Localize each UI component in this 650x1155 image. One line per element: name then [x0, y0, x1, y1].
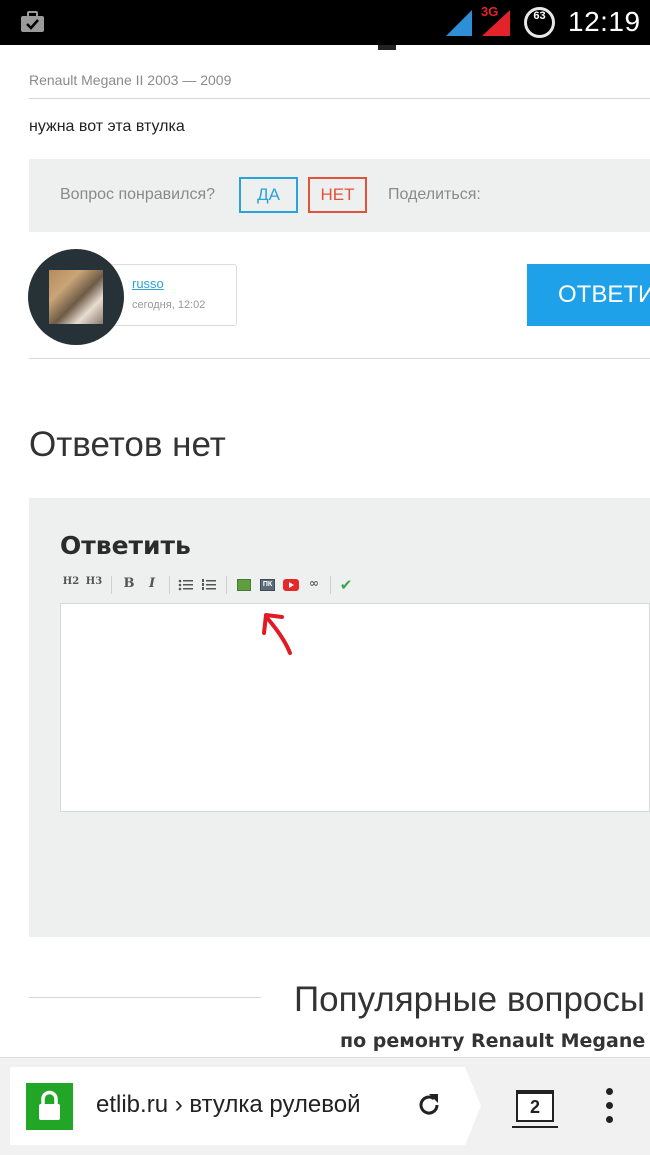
- vote-yes-button[interactable]: ДА: [239, 177, 298, 213]
- reply-form-title: Ответить: [60, 531, 191, 560]
- avatar[interactable]: [28, 249, 124, 345]
- heading2-button[interactable]: H2: [62, 576, 80, 594]
- network-type: 3G: [481, 4, 499, 19]
- url-text[interactable]: etlib.ru › втулка рулевой: [96, 1091, 396, 1119]
- divider: [29, 358, 650, 359]
- address-bar[interactable]: etlib.ru › втулка рулевой: [10, 1067, 465, 1145]
- bold-button[interactable]: B: [122, 576, 136, 594]
- vote-panel: Вопрос понравился? ДА НЕТ Поделиться:: [29, 159, 650, 232]
- tabs-button[interactable]: 2: [516, 1090, 554, 1122]
- share-label: Поделиться:: [388, 186, 481, 203]
- overflow-menu-icon[interactable]: [596, 1086, 624, 1126]
- annotation-arrow-icon: [262, 613, 292, 655]
- secure-lock-icon[interactable]: [26, 1083, 73, 1130]
- link-icon[interactable]: ∞: [306, 576, 322, 594]
- clock: 12:19: [568, 6, 641, 37]
- briefcase-check-icon: [21, 11, 44, 32]
- status-bar: 3G 63 12:19: [0, 0, 650, 45]
- address-bar-tip: [465, 1067, 481, 1145]
- post-time: сегодня, 12:02: [132, 299, 206, 311]
- toolbar-separator: [169, 576, 170, 594]
- reply-textarea[interactable]: [60, 603, 650, 812]
- popular-questions-subtitle: по ремонту Renault Megane: [340, 1030, 646, 1052]
- browser-toolbar: etlib.ru › втулка рулевой 2: [0, 1057, 650, 1155]
- heading3-button[interactable]: H3: [85, 576, 103, 594]
- avatar-photo: [49, 270, 103, 324]
- toolbar-separator: [330, 576, 331, 594]
- cut-off-heading: [378, 45, 396, 50]
- car-model-label[interactable]: Renault Megane II 2003 — 2009: [29, 72, 231, 88]
- insert-image-icon[interactable]: [237, 579, 251, 591]
- reply-form: Ответить H2 H3 B I ПК ∞ ✔: [29, 498, 650, 937]
- divider: [29, 98, 650, 99]
- bullet-list-icon[interactable]: [178, 576, 194, 594]
- submit-check-icon[interactable]: ✔: [338, 576, 354, 594]
- italic-button[interactable]: I: [145, 576, 159, 594]
- question-body: нужна вот эта втулка: [29, 118, 185, 135]
- numbered-list-icon[interactable]: [201, 576, 217, 594]
- reload-icon[interactable]: [414, 1090, 444, 1120]
- author-name-link[interactable]: russo: [132, 276, 164, 291]
- toolbar-separator: [111, 576, 112, 594]
- answers-heading: Ответов нет: [29, 425, 226, 464]
- reply-button[interactable]: ОТВЕТИТЬ: [527, 264, 650, 326]
- insert-pk-button[interactable]: ПК: [260, 579, 275, 591]
- toolbar-separator: [226, 576, 227, 594]
- divider: [29, 997, 261, 998]
- author-card: russo сегодня, 12:02: [108, 264, 237, 326]
- tabs-underline: [512, 1126, 558, 1128]
- vote-no-button[interactable]: НЕТ: [308, 177, 367, 213]
- popular-questions-title: Популярные вопросы: [294, 980, 646, 1019]
- battery-indicator: 63: [524, 7, 555, 38]
- youtube-icon[interactable]: [283, 579, 299, 591]
- battery-level: 63: [533, 10, 546, 22]
- vote-label: Вопрос понравился?: [60, 186, 216, 203]
- editor-toolbar: H2 H3 B I ПК ∞ ✔: [62, 576, 382, 596]
